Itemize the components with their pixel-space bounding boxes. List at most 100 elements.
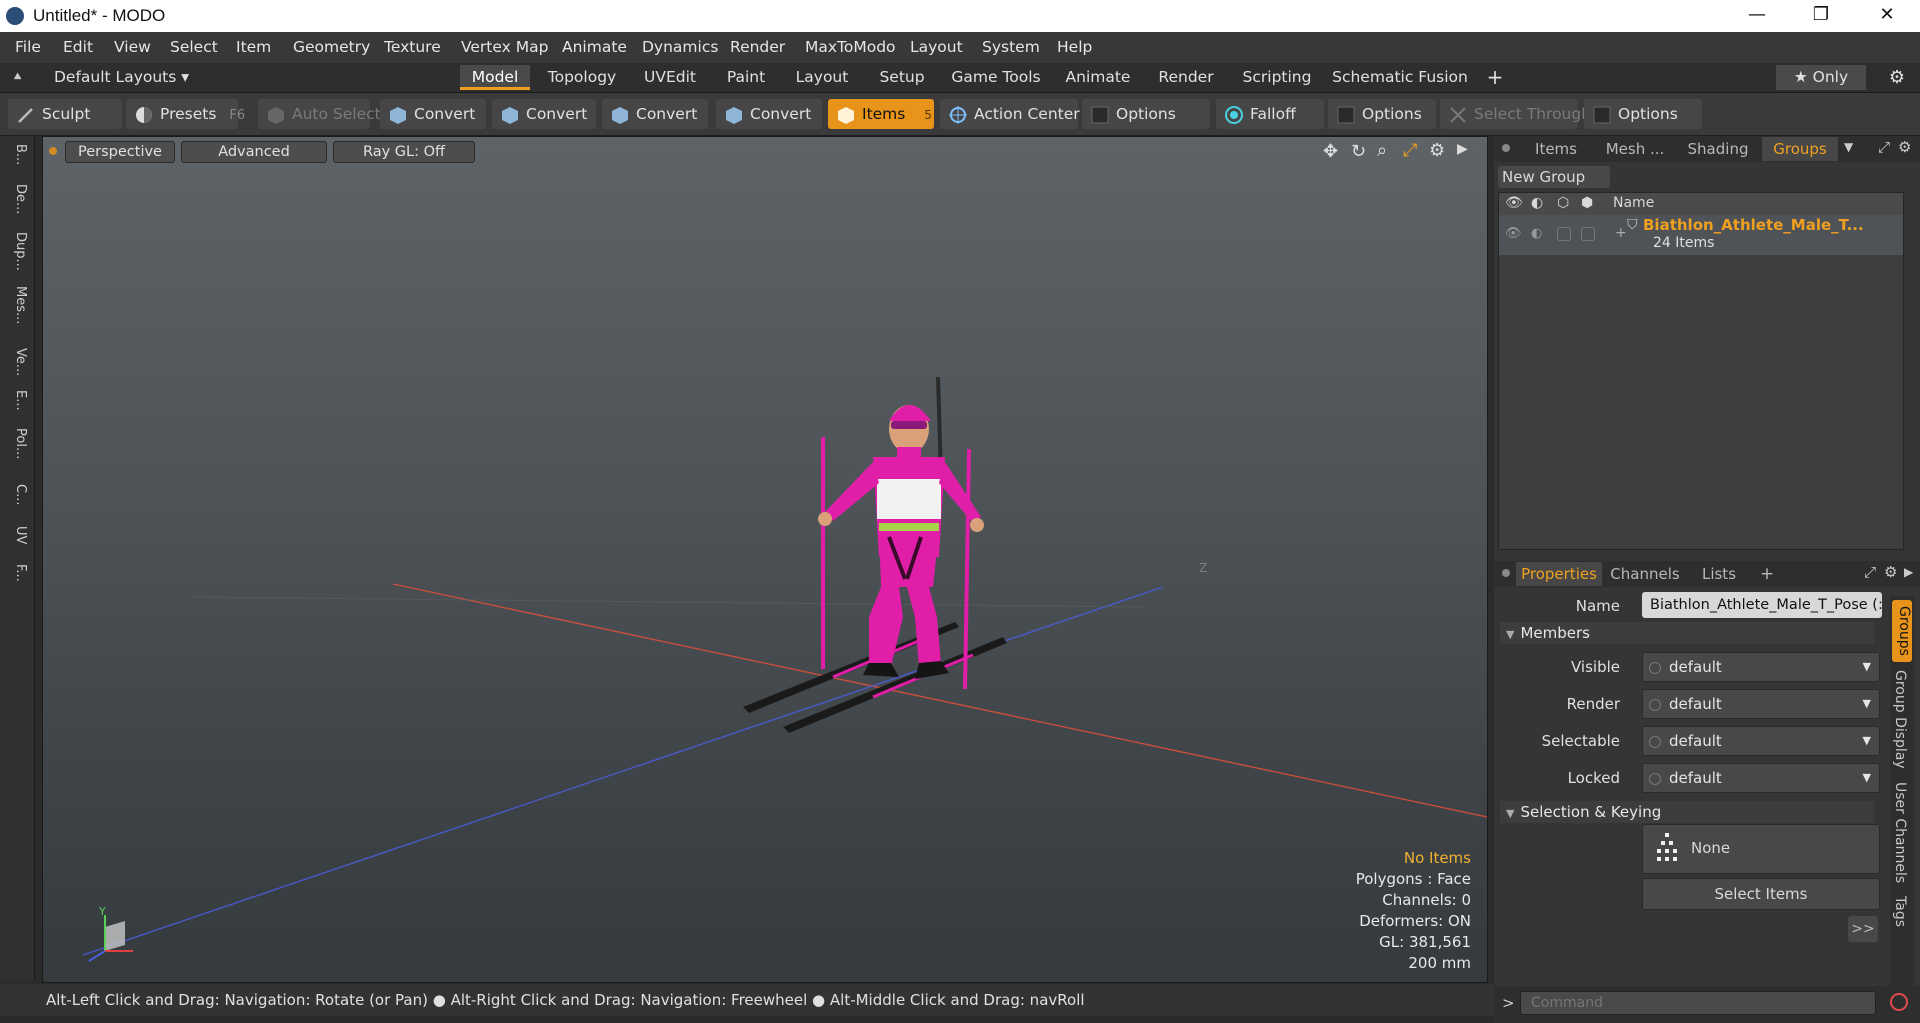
gear-icon[interactable]: ⚙ [1880,65,1914,90]
render-dropdown[interactable]: default ▼ [1642,689,1880,719]
tab-uvedit[interactable]: UVEdit [634,65,706,90]
tab-render[interactable]: Render [1150,65,1222,90]
menu-item[interactable]: Item [236,32,271,63]
convert-button-2[interactable]: Convert [492,99,596,129]
expand-plus-icon[interactable]: + [1615,225,1627,241]
menu-edit[interactable]: Edit [63,32,93,63]
falloff-button[interactable]: Falloff [1216,99,1324,129]
side-tab-tags[interactable]: Tags [1892,896,1908,927]
selectable-dropdown[interactable]: default ▼ [1642,726,1880,756]
row-lock-checkbox[interactable] [1557,227,1571,241]
tab-game-tools[interactable]: Game Tools [946,65,1046,90]
locked-dropdown[interactable]: default ▼ [1642,763,1880,793]
tab-channels[interactable]: Channels [1606,562,1684,586]
menu-dynamics[interactable]: Dynamics [642,32,718,63]
tab-groups[interactable]: Groups [1762,137,1838,161]
add-tab-button[interactable]: + [1478,65,1512,90]
group-row[interactable]: 👁 ◐ + ⛉ Biathlon_Athlete_Male_T... 24 It… [1499,215,1903,255]
minimize-button[interactable]: — [1726,0,1788,32]
left-tab-duplicate[interactable]: Dup... [6,232,28,271]
left-tab-vertex[interactable]: Ve... [6,348,28,376]
close-button[interactable]: ✕ [1856,0,1918,32]
action-center-options-button[interactable]: Options [1082,99,1210,129]
convert-button-4[interactable]: Convert [716,99,822,129]
menu-texture[interactable]: Texture [384,32,441,63]
command-input[interactable] [1520,991,1876,1015]
menu-render[interactable]: Render [730,32,785,63]
select-through-button[interactable]: Select Through [1440,99,1591,129]
auto-select-button[interactable]: Auto Select [258,99,381,129]
tab-items[interactable]: Items [1520,137,1592,161]
menu-geometry[interactable]: Geometry [293,32,370,63]
new-group-button[interactable]: New Group [1498,166,1610,188]
tab-paint[interactable]: Paint [716,65,776,90]
menu-file[interactable]: File [15,32,41,63]
menu-vertex-map[interactable]: Vertex Map [461,32,548,63]
panel-gear-icon[interactable]: ⚙ [1884,563,1897,581]
sculpt-button[interactable]: Sculpt [8,99,122,129]
expand-icon[interactable]: ⤢ [1864,563,1876,581]
falloff-options-button[interactable]: Options [1328,99,1436,129]
selection-set-button[interactable]: None [1642,824,1880,874]
3d-viewport[interactable]: Perspective Advanced Ray GL: Off ✥ ↻ ⌕ ⤢… [42,136,1488,983]
row-render-icon[interactable]: ◐ [1531,226,1542,241]
selectable-label: Selectable [1541,732,1620,750]
select-through-options-button[interactable]: Options [1584,99,1702,129]
left-tab-uv[interactable]: UV [6,526,28,544]
tab-dropdown-icon[interactable]: ▼ [1844,140,1853,154]
collapse-arrow-icon[interactable]: ⯅ [12,69,23,85]
layouts-dropdown[interactable]: Default Layouts ▾ [50,65,189,90]
panel-arrow-icon[interactable]: ▶ [1904,565,1913,579]
left-tab-edge[interactable]: E... [6,390,28,411]
left-tab-fusion[interactable]: F... [6,564,28,582]
select-items-button[interactable]: Select Items [1642,878,1880,910]
menu-maxtomodo[interactable]: MaxToModo [805,32,896,63]
tab-scripting[interactable]: Scripting [1232,65,1322,90]
tab-setup[interactable]: Setup [868,65,936,90]
add-properties-tab-button[interactable]: + [1754,562,1780,586]
items-mode-button[interactable]: Items 5 [828,99,934,129]
side-tab-group-display[interactable]: Group Display [1892,670,1908,769]
name-column-header[interactable]: Name [1613,195,1654,211]
axis-gizmo [88,915,133,962]
panel-gear-icon[interactable]: ⚙ [1898,138,1911,156]
tab-properties[interactable]: Properties [1516,562,1602,586]
left-tab-curve[interactable]: C... [6,484,28,505]
left-tab-basic[interactable]: B... [6,144,28,165]
left-tab-mesh[interactable]: Mes... [6,286,28,324]
visible-dropdown[interactable]: default ▼ [1642,652,1880,682]
biathlon-athlete-model[interactable] [693,317,1053,737]
only-toggle-button[interactable]: ★ Only [1776,65,1866,90]
menu-system[interactable]: System [982,32,1040,63]
menu-animate[interactable]: Animate [562,32,627,63]
convert-button-3[interactable]: Convert [602,99,708,129]
convert-button-1[interactable]: Convert [380,99,486,129]
tab-model[interactable]: Model [460,65,530,90]
menu-help[interactable]: Help [1057,32,1092,63]
more-button[interactable]: >> [1848,916,1878,942]
tab-animate[interactable]: Animate [1056,65,1140,90]
tab-mesh[interactable]: Mesh ... [1596,137,1674,161]
tab-schematic-fusion[interactable]: Schematic Fusion [1332,65,1468,90]
side-tab-groups[interactable]: Groups [1892,600,1912,662]
left-tab-deform[interactable]: De... [6,184,28,214]
selection-keying-section[interactable]: ▼ Selection & Keying [1500,801,1874,823]
row-visibility-icon[interactable]: 👁 [1505,226,1522,241]
row-select-checkbox[interactable] [1581,227,1595,241]
presets-button[interactable]: Presets F6 [126,99,245,129]
menu-layout[interactable]: Layout [910,32,963,63]
menu-select[interactable]: Select [170,32,218,63]
menu-view[interactable]: View [114,32,151,63]
action-center-button[interactable]: Action Center [940,99,1080,129]
tab-lists[interactable]: Lists [1688,562,1750,586]
name-input[interactable]: Biathlon_Athlete_Male_T_Pose (: [1642,592,1882,618]
expand-icon[interactable]: ⤢ [1878,138,1890,156]
side-tab-user-channels[interactable]: User Channels [1892,782,1908,883]
maximize-button[interactable]: ❐ [1790,0,1852,32]
tab-shading[interactable]: Shading [1678,137,1758,161]
tab-layout[interactable]: Layout [786,65,858,90]
left-tab-polygon[interactable]: Pol... [6,428,28,459]
tab-topology[interactable]: Topology [540,65,624,90]
members-section[interactable]: ▼ Members [1500,622,1874,644]
record-icon[interactable] [1890,993,1908,1011]
